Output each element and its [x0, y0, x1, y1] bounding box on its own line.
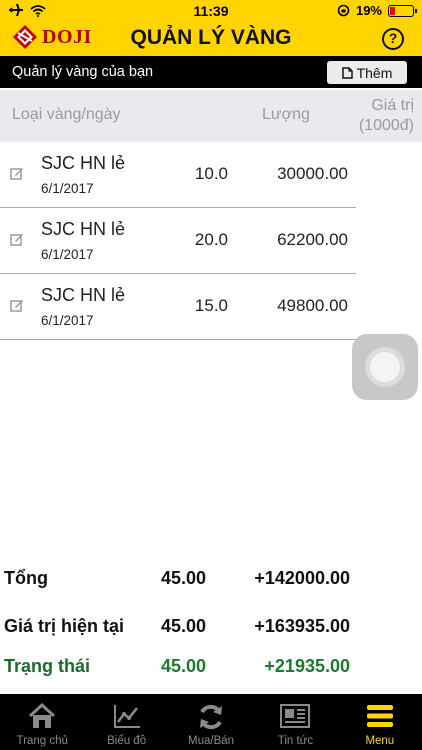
status-bar: 11:39 19%	[0, 0, 422, 22]
column-amount: Lượng	[262, 106, 310, 123]
assistive-touch-core	[370, 352, 400, 382]
edit-icon[interactable]	[10, 232, 24, 246]
summary-status: Trạng thái 45.00 +21935.00	[0, 652, 422, 682]
column-value-line1: Giá trị	[371, 97, 414, 114]
gold-row-name: SJC HN lẻ	[41, 285, 126, 305]
summary-total: Tổng 45.00 +142000.00	[0, 564, 422, 594]
summary-total-qty: 45.00	[160, 568, 206, 588]
gold-row-qty: 15.0	[194, 296, 228, 315]
tab-news-label: Tin tức	[277, 735, 314, 747]
battery-level	[390, 6, 395, 15]
subheader: Quản lý vàng của bạn Thêm	[0, 56, 422, 88]
gold-row-name: SJC HN lẻ	[41, 153, 126, 173]
battery-percent: 19%	[355, 3, 382, 18]
battery-icon	[388, 4, 417, 17]
tab-buy-sell-label: Mua/Bán	[188, 735, 235, 747]
column-header: Loại vàng/ngày Lượng Giá trị (1000đ)	[0, 90, 422, 142]
gold-row-date: 6/1/2017	[41, 247, 94, 262]
help-button[interactable]: ?	[382, 28, 404, 50]
rotation-lock-icon	[337, 4, 350, 17]
gold-row-name: SJC HN lẻ	[41, 219, 126, 239]
gold-row[interactable]: SJC HN lẻ 6/1/2017 10.0 30000.00	[0, 142, 356, 208]
status-right: 19%	[337, 3, 417, 18]
add-document-icon	[341, 66, 353, 79]
subheader-caption: Quản lý vàng của bạn	[12, 64, 154, 80]
tab-menu[interactable]: Menu	[338, 694, 422, 750]
summary-status-label: Trạng thái	[4, 656, 91, 676]
summary-current-value: +163935.00	[254, 616, 350, 636]
news-icon	[280, 704, 311, 728]
tab-chart[interactable]: Biểu đồ	[84, 694, 168, 750]
app-header: DOJI QUẢN LÝ VÀNG ?	[0, 22, 422, 56]
summary-status-value: +21935.00	[264, 656, 350, 676]
edit-icon[interactable]	[10, 166, 24, 180]
summary-total-value: +142000.00	[254, 568, 350, 588]
tab-bar: Trang chủ Biểu đồ Mua/Bán Tin tức Menu	[0, 694, 422, 750]
gold-row-qty: 10.0	[194, 164, 228, 183]
gold-row-qty: 20.0	[194, 230, 228, 249]
summary-current-qty: 45.00	[160, 616, 206, 636]
gold-row[interactable]: SJC HN lẻ 6/1/2017 15.0 49800.00	[0, 274, 356, 340]
home-icon	[29, 703, 56, 728]
add-button-label: Thêm	[356, 64, 393, 81]
tab-chart-label: Biểu đồ	[107, 735, 147, 747]
gold-row-value: 30000.00	[277, 164, 348, 183]
tab-menu-label: Menu	[365, 735, 395, 747]
page-title: QUẢN LÝ VÀNG	[130, 26, 292, 49]
tab-home-label: Trang chủ	[16, 735, 68, 747]
gold-row-value: 62200.00	[277, 230, 348, 249]
gold-row[interactable]: SJC HN lẻ 6/1/2017 20.0 62200.00	[0, 208, 356, 274]
chart-icon	[113, 705, 140, 728]
summary-current: Giá trị hiện tại 45.00 +163935.00	[0, 612, 422, 642]
summary-total-label: Tổng	[4, 568, 48, 588]
tab-news[interactable]: Tin tức	[253, 694, 337, 750]
edit-icon[interactable]	[10, 298, 24, 312]
refresh-icon	[200, 704, 223, 730]
tab-buy-sell[interactable]: Mua/Bán	[169, 694, 253, 750]
tab-home[interactable]: Trang chủ	[0, 694, 84, 750]
summary-status-qty: 45.00	[160, 656, 206, 676]
column-type-date: Loại vàng/ngày	[12, 106, 121, 123]
summary-current-label: Giá trị hiện tại	[4, 616, 125, 636]
gold-row-date: 6/1/2017	[41, 181, 94, 196]
add-button[interactable]: Thêm	[327, 61, 407, 84]
gold-row-date: 6/1/2017	[41, 313, 94, 328]
gold-row-value: 49800.00	[277, 296, 348, 315]
column-value-line2: (1000đ)	[358, 117, 414, 134]
assistive-touch-button[interactable]	[352, 334, 418, 400]
gold-list: SJC HN lẻ 6/1/2017 10.0 30000.00 SJC HN …	[0, 142, 422, 340]
menu-icon	[366, 705, 393, 727]
column-value: Giá trị (1000đ)	[359, 96, 414, 136]
